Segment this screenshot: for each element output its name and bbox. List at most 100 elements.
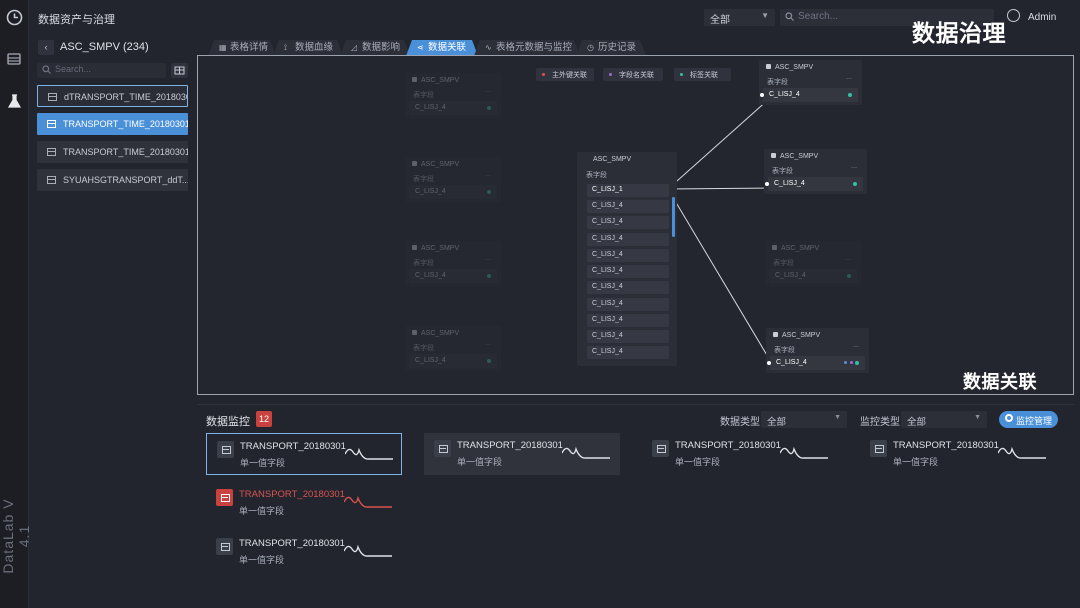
graph-node-linked[interactable]: ASC_SMPV 表字段 C_LISJ_4 <box>766 328 869 373</box>
node-field[interactable]: C_LISJ_4 <box>587 249 669 262</box>
tab-label: 表格元数据与监控 <box>496 42 573 53</box>
graph-node-faded[interactable]: ASC_SMPV 表字段 C_LISJ_4 <box>765 241 861 286</box>
sidebar-table-item[interactable]: SYUAHSGTRANSPORT_ddT... <box>37 169 188 191</box>
node-field[interactable]: C_LISJ_4 <box>587 233 669 246</box>
monitor-card[interactable]: TRANSPORT_20180301 单一值字段 <box>424 433 620 475</box>
monitor-card-subtitle: 单一值字段 <box>893 457 939 467</box>
node-subtitle: 表字段 <box>759 74 862 88</box>
node-field[interactable]: C_LISJ_4 <box>769 269 857 283</box>
monitor-manage-button[interactable]: 监控管理 <box>999 411 1058 428</box>
button-label: 监控管理 <box>1016 416 1053 426</box>
node-field[interactable]: C_LISJ_4 <box>587 200 669 213</box>
graph-node-linked[interactable]: ASC_SMPV 表字段 C_LISJ_4 <box>764 149 867 194</box>
status-dot <box>847 274 851 278</box>
version-label: DataLab V 4.1 <box>0 498 32 574</box>
node-field[interactable]: C_LISJ_4 <box>409 269 497 283</box>
scope-select[interactable]: 全部 ▼ <box>704 9 775 26</box>
user-name[interactable]: Admin <box>1028 12 1056 23</box>
node-field[interactable]: C_LISJ_4 <box>765 177 863 191</box>
table-icon <box>434 440 451 457</box>
table-icon <box>48 93 57 101</box>
monitor-card-subtitle: 单一值字段 <box>239 555 285 565</box>
graph-node-faded[interactable]: ASC_SMPV 表字段 C_LISJ_4 <box>405 241 501 286</box>
sidebar-table-item[interactable]: TRANSPORT_TIME_20180301 <box>37 113 188 135</box>
node-title: ASC_SMPV <box>405 326 501 340</box>
monitor-card[interactable]: TRANSPORT_20180301 单一值字段 <box>206 531 402 573</box>
monitor-card[interactable]: TRANSPORT_20180301 单一值字段 <box>860 433 1056 475</box>
node-title: ASC_SMPV <box>759 60 862 74</box>
sidebar-table-item[interactable]: TRANSPORT_TIME_20180301 <box>37 141 188 163</box>
field-label: C_LISJ_4 <box>774 180 805 187</box>
lineage-icon: ⟟ <box>284 43 287 52</box>
node-title: ASC_SMPV <box>765 241 861 255</box>
monitor-card-subtitle: 单一值字段 <box>239 506 285 516</box>
impact-icon: ◿ <box>351 43 358 52</box>
node-field[interactable]: C_LISJ_4 <box>587 281 669 294</box>
tab-metadata-monitor[interactable]: ∿ 表格元数据与监控 <box>474 40 580 56</box>
back-button[interactable]: ‹ <box>38 40 54 55</box>
link-anchor <box>767 361 771 365</box>
sidebar-search-placeholder: Search... <box>55 64 92 74</box>
sidebar-table-item[interactable]: dTRANSPORT_TIME_20180301 <box>37 85 188 107</box>
tab-lineage[interactable]: ⟟ 数据血缘 <box>273 40 343 56</box>
node-field[interactable]: C_LISJ_4 <box>409 101 497 115</box>
tab-history[interactable]: ◷ 历史记录 <box>576 40 646 56</box>
monitor-card-subtitle: 单一值字段 <box>240 458 286 468</box>
monitor-card-alert[interactable]: TRANSPORT_20180301 单一值字段 <box>206 482 402 524</box>
sparkline-icon <box>344 544 392 557</box>
user-avatar-icon[interactable] <box>1007 9 1020 22</box>
app-logo-icon[interactable] <box>6 9 23 26</box>
graph-node-center[interactable]: ASC_SMPV 表字段 C_LISJ_1 C_LISJ_4 C_LISJ_4 … <box>577 152 677 366</box>
node-subtitle: 表字段 <box>586 172 607 179</box>
filter-data-type-select[interactable]: 全部 ▼ <box>761 411 847 428</box>
sidebar-table-label: TRANSPORT_TIME_20180301 <box>63 119 188 129</box>
filter-label-monitor-type: 监控类型 <box>860 417 900 428</box>
tab-data-association[interactable]: ⋖ 数据关联 <box>406 40 478 56</box>
monitor-card-title: TRANSPORT_20180301 <box>893 440 999 451</box>
node-field-active[interactable]: C_LISJ_1 <box>587 184 669 197</box>
table-view-button[interactable] <box>171 63 188 78</box>
sidebar-search-input[interactable]: Search... <box>37 63 166 78</box>
tab-impact[interactable]: ◿ 数据影响 <box>340 40 410 56</box>
flask-icon[interactable] <box>6 93 23 110</box>
overlay-title-association: 数据关联 <box>963 372 1037 393</box>
node-field[interactable]: C_LISJ_4 <box>587 216 669 229</box>
node-title: ASC_SMPV <box>766 328 869 342</box>
graph-node-faded[interactable]: ASC_SMPV 表字段 C_LISJ_4 <box>405 157 501 202</box>
dataset-title: ASC_SMPV (234) <box>60 41 149 53</box>
graph-node-linked[interactable]: ASC_SMPV 表字段 C_LISJ_4 <box>759 60 862 105</box>
graph-node-faded[interactable]: ASC_SMPV 表字段 C_LISJ_4 <box>405 326 501 371</box>
field-label: C_LISJ_4 <box>775 272 806 279</box>
association-graph-panel: 主外键关联 字段名关联 标签关联 ASC_SMPV 表字段 C_LISJ_4 A… <box>197 55 1074 395</box>
node-field[interactable]: C_LISJ_4 <box>587 330 669 343</box>
node-field[interactable]: C_LISJ_4 <box>409 185 497 199</box>
section-divider <box>197 404 1074 405</box>
monitor-icon: ∿ <box>485 43 492 52</box>
table-icon <box>652 440 669 457</box>
node-scrollbar[interactable] <box>672 197 675 237</box>
monitor-card-title: TRANSPORT_20180301 <box>239 538 345 549</box>
node-field[interactable]: C_LISJ_4 <box>409 354 497 368</box>
tab-table-detail[interactable]: ▦ 表格详情 <box>208 40 276 56</box>
monitor-card[interactable]: TRANSPORT_20180301 单一值字段 <box>206 433 402 475</box>
search-icon <box>785 12 794 24</box>
node-field[interactable]: C_LISJ_4 <box>587 298 669 311</box>
node-subtitle: 表字段 <box>405 255 501 269</box>
tab-label: 数据血缘 <box>295 42 334 53</box>
field-label: C_LISJ_4 <box>415 188 446 195</box>
graph-node-faded[interactable]: ASC_SMPV 表字段 C_LISJ_4 <box>405 73 501 118</box>
field-label: C_LISJ_4 <box>776 359 807 366</box>
node-field[interactable]: C_LISJ_4 <box>587 346 669 359</box>
node-field[interactable]: C_LISJ_4 <box>587 314 669 327</box>
monitor-card[interactable]: TRANSPORT_20180301 单一值字段 <box>642 433 838 475</box>
node-field[interactable]: C_LISJ_4 <box>587 265 669 278</box>
table-icon <box>216 538 233 555</box>
filter-monitor-type-select[interactable]: 全部 ▼ <box>901 411 987 428</box>
monitor-card-subtitle: 单一值字段 <box>457 457 503 467</box>
sparkline-icon <box>562 446 610 459</box>
node-field[interactable]: C_LISJ_4 <box>760 88 858 102</box>
status-dot <box>487 106 491 110</box>
database-icon[interactable] <box>6 51 23 68</box>
node-field[interactable]: C_LISJ_4 <box>767 356 865 370</box>
table-icon <box>216 489 233 506</box>
